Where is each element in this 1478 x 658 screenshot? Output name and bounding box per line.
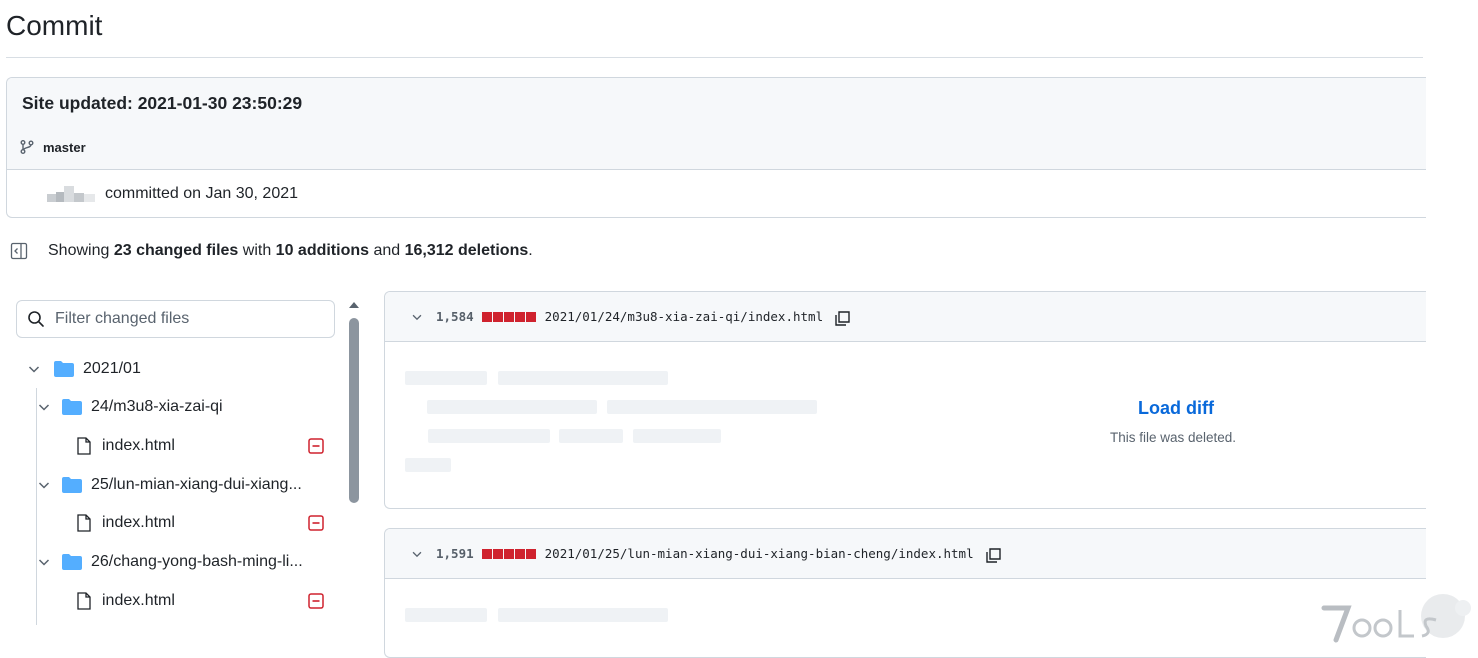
loading-placeholder (428, 429, 550, 443)
file-deleted-icon (308, 593, 324, 609)
commit-meta: committed on Jan 30, 2021 (7, 170, 1426, 217)
summary-suffix: . (528, 242, 533, 259)
sidebar-toggle-icon[interactable] (10, 242, 28, 260)
tree-file[interactable]: index.html (76, 504, 336, 542)
tree-folder-label: 25/lun-mian-xiang-dui-xiang... (91, 476, 302, 493)
file-tree-scrollbar[interactable] (344, 300, 360, 625)
loading-placeholder (633, 429, 721, 443)
copy-icon[interactable] (832, 307, 852, 327)
tree-file-label: index.html (102, 592, 175, 609)
diff-file-header: 1,584 2021/01/24/m3u8-xia-zai-qi/index.h… (385, 292, 1426, 342)
folder-icon (54, 361, 74, 377)
branch-name: master (43, 139, 86, 155)
commit-date: committed on Jan 30, 2021 (105, 185, 299, 202)
summary-mid2: and (369, 242, 405, 259)
summary-changed-files: 23 changed files (113, 242, 239, 259)
filter-input[interactable] (53, 309, 317, 329)
tree-folder-label: 26/chang-yong-bash-ming-li... (91, 553, 303, 570)
chevron-down-icon (38, 559, 50, 566)
diff-line-count: 1,591 (436, 546, 474, 561)
tree-file-label: index.html (102, 437, 175, 454)
file-icon (77, 514, 91, 532)
loading-placeholder (559, 429, 623, 443)
file-deleted-icon (308, 515, 324, 531)
summary-prefix: Showing (48, 242, 114, 259)
loading-placeholder (498, 608, 668, 622)
file-deleted-note: This file was deleted. (1110, 430, 1237, 445)
file-tree-panel: 2021/01 24/m3u8-xia-zai-qi index.html 25… (16, 300, 366, 625)
folder-icon (62, 399, 82, 415)
diff-file-path[interactable]: 2021/01/25/lun-mian-xiang-dui-xiang-bian… (545, 546, 974, 561)
chevron-down-icon (38, 404, 50, 411)
summary-additions: 10 additions (275, 242, 370, 259)
scroll-up-icon[interactable] (346, 300, 362, 310)
watermark-logo (1321, 594, 1471, 643)
tree-folder[interactable]: 24/m3u8-xia-zai-qi (36, 388, 223, 426)
file-icon (77, 592, 91, 610)
tree-folder-root[interactable]: 2021/01 (26, 350, 141, 388)
tree-file-label: index.html (102, 514, 175, 531)
chevron-down-icon (28, 366, 40, 373)
page-title: Commit (6, 10, 103, 41)
commit-header: Site updated: 2021-01-30 23:50:29 master (7, 78, 1426, 170)
diffstat-bar (481, 548, 536, 559)
summary-deletions: 16,312 deletions (404, 242, 529, 259)
diff-file-path[interactable]: 2021/01/24/m3u8-xia-zai-qi/index.html (545, 309, 823, 324)
loading-placeholder (427, 400, 597, 414)
commit-message: Site updated: 2021-01-30 23:50:29 (22, 93, 303, 113)
branch-link[interactable]: master (19, 139, 86, 155)
tree-file[interactable]: index.html (76, 582, 336, 620)
tree-folder-label: 2021/01 (83, 360, 141, 377)
tree-file[interactable]: index.html (76, 427, 336, 465)
folder-icon (62, 554, 82, 570)
scroll-thumb[interactable] (349, 318, 359, 503)
filter-box[interactable] (16, 300, 335, 338)
title-divider (6, 57, 1423, 58)
diff-file-card: 1,584 2021/01/24/m3u8-xia-zai-qi/index.h… (384, 291, 1426, 509)
tree-folder[interactable]: 26/chang-yong-bash-ming-li... (36, 543, 303, 581)
chevron-down-icon (38, 482, 50, 489)
file-icon (77, 437, 91, 455)
diff-file-header: 1,591 2021/01/25/lun-mian-xiang-dui-xian… (385, 529, 1426, 579)
folder-icon (62, 477, 82, 493)
tree-folder-label: 24/m3u8-xia-zai-qi (91, 398, 223, 415)
loading-placeholder (607, 400, 817, 414)
commit-box: Site updated: 2021-01-30 23:50:29 master… (6, 77, 1426, 218)
diff-summary: Showing 23 changed files with 10 additio… (10, 242, 533, 260)
file-deleted-icon (308, 438, 324, 454)
copy-icon[interactable] (983, 544, 1003, 564)
diff-file-card: 1,591 2021/01/25/lun-mian-xiang-dui-xian… (384, 528, 1426, 658)
loading-placeholder (405, 608, 487, 622)
diff-line-count: 1,584 (436, 309, 474, 324)
loading-placeholder (405, 371, 487, 385)
loading-placeholder (498, 371, 668, 385)
summary-mid1: with (238, 242, 276, 259)
chevron-down-icon[interactable] (410, 547, 424, 561)
git-branch-icon (20, 140, 34, 154)
diffstat-bar (481, 311, 536, 322)
search-icon (28, 311, 44, 327)
chevron-down-icon[interactable] (410, 310, 424, 324)
load-diff-button[interactable]: Load diff (1138, 398, 1214, 419)
loading-placeholder (405, 458, 451, 472)
author-avatar[interactable] (47, 186, 105, 202)
tree-folder[interactable]: 25/lun-mian-xiang-dui-xiang... (36, 466, 302, 504)
